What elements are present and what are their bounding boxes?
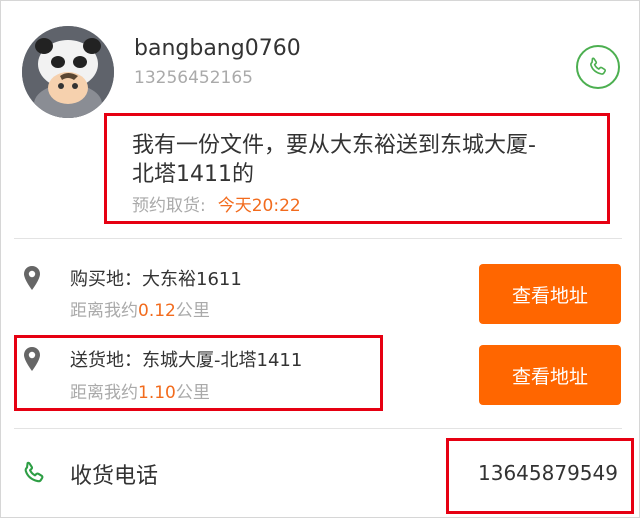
distance-value: 0.12 bbox=[138, 301, 176, 321]
pickup-label: 预约取货: bbox=[132, 196, 206, 216]
location-pin-icon bbox=[24, 347, 40, 371]
divider bbox=[14, 428, 622, 429]
receiver-phone-number[interactable]: 13645879549 bbox=[478, 461, 618, 485]
phone-icon bbox=[590, 57, 607, 75]
distance-unit: 公里 bbox=[175, 383, 210, 403]
pickup-time: 今天20:22 bbox=[217, 196, 301, 216]
delivery-address: 送货地：东城大厦-北塔1411 bbox=[70, 350, 303, 371]
location-pin-icon bbox=[24, 266, 40, 290]
distance-prefix: 距离我约 bbox=[70, 383, 138, 403]
request-text-line2: 北塔1411的 bbox=[132, 162, 254, 187]
purchase-address: 购买地：大东裕1611 bbox=[70, 269, 242, 290]
distance-value: 1.10 bbox=[138, 383, 176, 403]
phone-icon bbox=[24, 461, 44, 483]
divider bbox=[14, 238, 622, 239]
avatar[interactable] bbox=[22, 26, 114, 118]
view-delivery-address-button[interactable]: 查看地址 bbox=[479, 345, 621, 405]
view-purchase-address-button[interactable]: 查看地址 bbox=[479, 264, 621, 324]
receiver-phone-label: 收货电话 bbox=[70, 464, 159, 489]
distance-unit: 公里 bbox=[175, 301, 210, 321]
distance-prefix: 距离我约 bbox=[70, 301, 138, 321]
pickup-time-row: 预约取货: 今天20:22 bbox=[132, 191, 301, 216]
delivery-distance: 距离我约1.10公里 bbox=[70, 378, 210, 403]
username: bangbang0760 bbox=[134, 36, 301, 61]
request-text-line1: 我有一份文件，要从大东裕送到东城大厦- bbox=[132, 133, 536, 158]
purchase-distance: 距离我约0.12公里 bbox=[70, 296, 210, 321]
user-phone: 13256452165 bbox=[134, 68, 253, 88]
call-button[interactable] bbox=[576, 45, 620, 89]
avatar-image bbox=[22, 26, 114, 118]
